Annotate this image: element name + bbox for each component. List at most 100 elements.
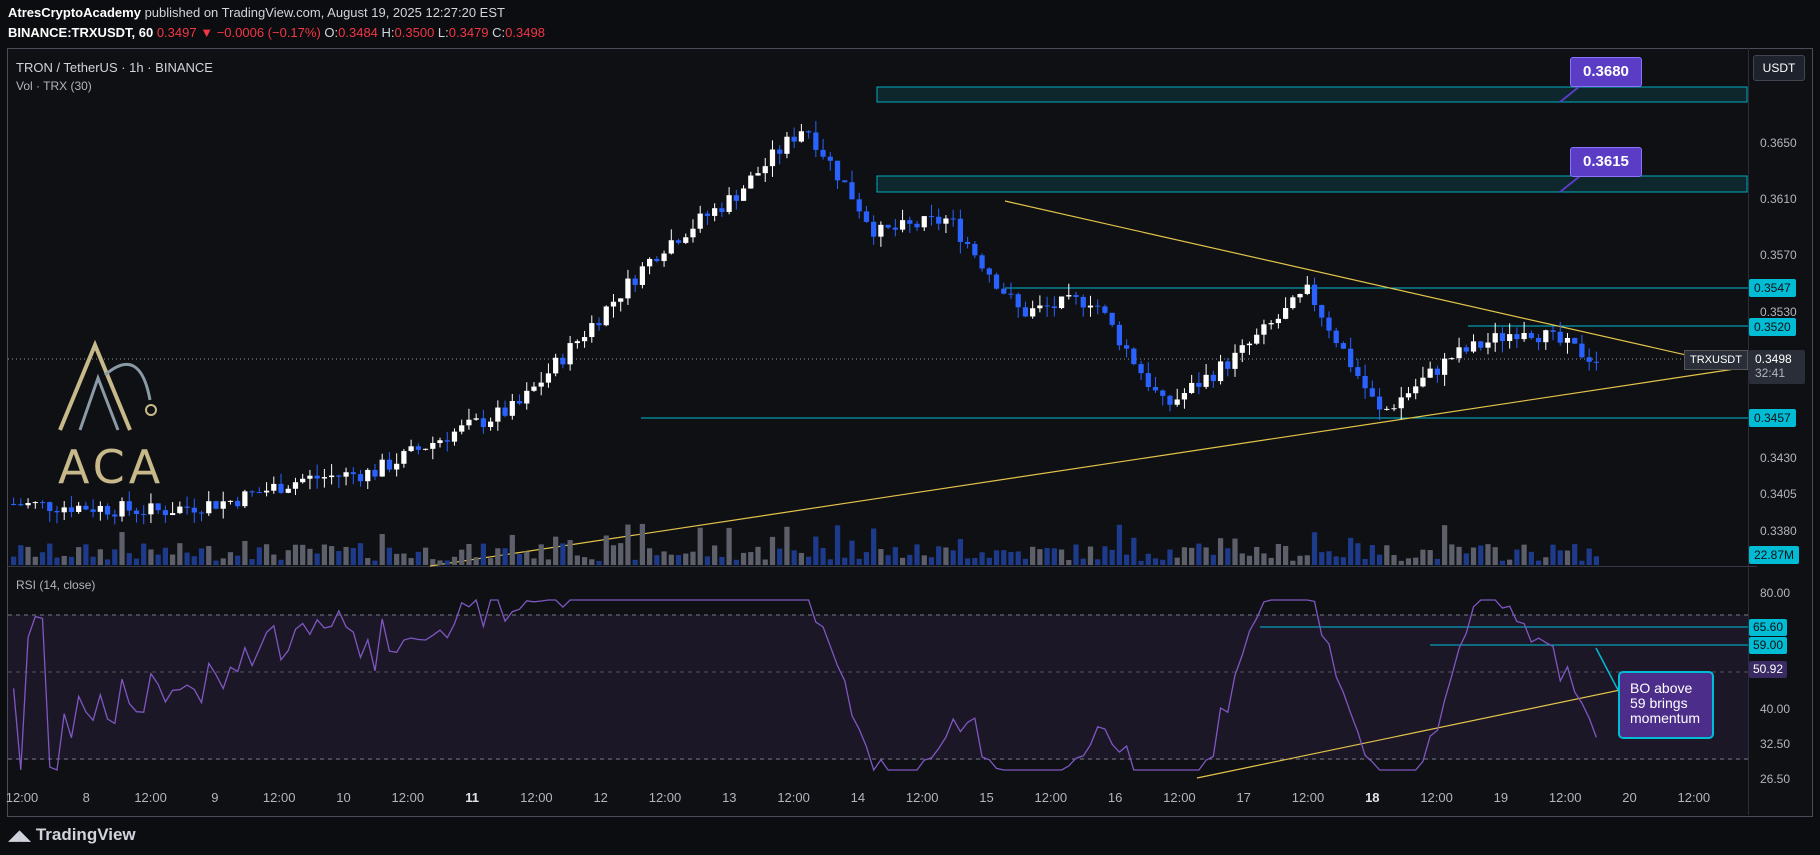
- volume-bar: [18, 545, 24, 565]
- candle-body: [885, 224, 891, 228]
- time-tick: 11: [465, 790, 479, 805]
- candle-body: [1167, 395, 1173, 405]
- callout-0-3615[interactable]: 0.3615: [1570, 147, 1642, 177]
- candle-body: [842, 180, 848, 183]
- tradingview-logo[interactable]: ◢◣ TradingView: [8, 825, 136, 845]
- volume-bar: [1138, 560, 1144, 565]
- candle-body: [1586, 357, 1592, 362]
- chart-title[interactable]: TRON / TetherUS · 1h · BINANCE: [16, 60, 213, 75]
- volume-bar: [1456, 546, 1462, 565]
- candle-body: [1398, 397, 1404, 409]
- volume-bar: [1189, 547, 1195, 565]
- currency-button[interactable]: USDT: [1753, 55, 1805, 81]
- volume-bar: [249, 559, 255, 565]
- volume-bar: [712, 545, 718, 565]
- volume-bar: [661, 551, 667, 565]
- volume-bar: [1087, 546, 1094, 565]
- time-tick: 16: [1107, 790, 1123, 805]
- volume-bar: [596, 560, 602, 565]
- volume-bar: [1022, 558, 1029, 565]
- volume-bar: [1225, 548, 1231, 565]
- volume-bar: [372, 560, 378, 565]
- volume-bar: [719, 556, 725, 565]
- candle-body: [292, 482, 299, 489]
- candle-body: [68, 507, 75, 513]
- volume-bar: [683, 553, 689, 565]
- volume-bar: [1355, 543, 1361, 565]
- volume-bar: [394, 553, 400, 565]
- chart-canvas[interactable]: [0, 0, 1820, 855]
- volume-bar: [11, 556, 17, 565]
- rsi-legend[interactable]: RSI (14, close): [16, 578, 95, 592]
- volume-legend[interactable]: Vol · TRX (30): [16, 79, 92, 93]
- candle-body: [1181, 392, 1188, 400]
- volume-bar: [1116, 524, 1122, 565]
- price-tick: 0.3430: [1760, 451, 1797, 465]
- callout-0-3680[interactable]: 0.3680: [1570, 57, 1642, 87]
- volume-bar: [54, 557, 60, 565]
- volume-bar: [834, 525, 841, 565]
- candle-body: [1528, 333, 1534, 338]
- candle-body: [892, 227, 898, 230]
- volume-bar: [466, 543, 472, 565]
- note-line: 59 brings: [1630, 695, 1688, 711]
- volume-bar: [654, 555, 660, 565]
- candle-body: [1579, 343, 1585, 358]
- rsi-note[interactable]: BO above 59 brings momentum: [1618, 671, 1714, 739]
- candle-body: [314, 475, 320, 479]
- volume-bar: [610, 545, 617, 565]
- time-tick: 20: [1622, 790, 1637, 805]
- candle-body: [104, 505, 111, 515]
- candle-body: [1037, 305, 1043, 309]
- candle-body: [47, 502, 53, 512]
- candle-body: [986, 268, 992, 275]
- resistance-zone-0-3615[interactable]: [876, 175, 1748, 193]
- candle-body: [603, 306, 609, 326]
- volume-bar: [25, 546, 31, 565]
- volume-bar: [1586, 548, 1592, 565]
- volume-bar: [647, 548, 653, 565]
- candle-body: [213, 501, 219, 509]
- volume-bar: [581, 557, 588, 565]
- volume-bar: [1008, 551, 1014, 565]
- volume-bar: [871, 528, 877, 565]
- volume-bar: [813, 536, 819, 565]
- volume-bar: [936, 546, 942, 565]
- volume-bar: [878, 549, 884, 565]
- volume-bar: [206, 546, 212, 565]
- candle-body: [748, 175, 754, 189]
- candle-body: [401, 451, 407, 464]
- volume-bar: [379, 533, 385, 565]
- candle-body: [1015, 294, 1021, 308]
- time-tick: 12:00: [1034, 790, 1068, 805]
- candle-body: [1499, 333, 1506, 341]
- candle-body: [133, 510, 140, 515]
- volume-bar: [300, 544, 306, 565]
- volume-bar: [177, 543, 183, 565]
- candle-body: [950, 218, 956, 220]
- volume-bar: [1427, 550, 1433, 565]
- time-tick: 12: [593, 790, 608, 805]
- candle-body: [126, 501, 132, 511]
- candle-body: [777, 149, 783, 154]
- volume-bar: [574, 555, 580, 565]
- volume-bar: [1261, 553, 1267, 565]
- candle-body: [394, 463, 400, 470]
- volume-bar: [220, 558, 226, 565]
- candle-body: [712, 208, 718, 216]
- volume-bar: [1066, 559, 1072, 565]
- volume-bar: [928, 557, 935, 565]
- symbol-price-tag: TRXUSDT: [1684, 350, 1748, 370]
- candle-body: [350, 472, 356, 475]
- volume-bar: [553, 536, 559, 565]
- volume-bar: [849, 540, 855, 565]
- resistance-zone-0-3680[interactable]: [876, 86, 1748, 103]
- candle-body: [993, 274, 1000, 289]
- candle-body: [1095, 305, 1101, 307]
- volume-bar: [256, 547, 262, 565]
- candle-body: [466, 419, 472, 426]
- price-tick: 0.3610: [1760, 192, 1797, 206]
- descending-trendline[interactable]: [1004, 200, 1749, 370]
- candle-body: [979, 255, 985, 269]
- candle-body: [784, 136, 790, 154]
